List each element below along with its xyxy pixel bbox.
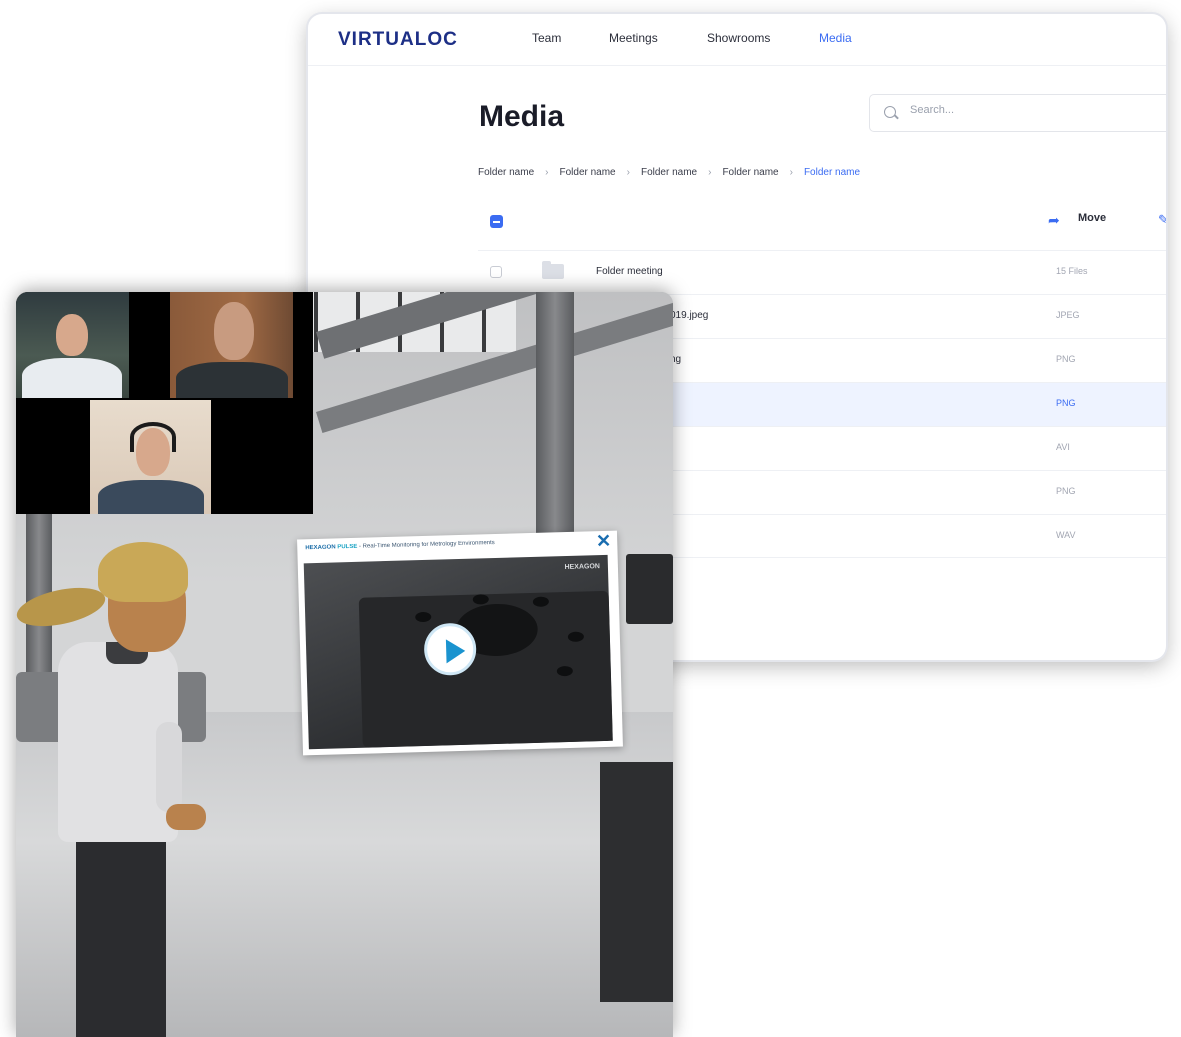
headset-icon [130, 422, 176, 452]
file-name: 019.jpeg [670, 310, 709, 321]
move-arrow-icon: ➦ [1048, 212, 1060, 228]
video-call-grid [16, 292, 313, 514]
nav-item-showrooms[interactable]: Showrooms [707, 31, 770, 45]
folder-icon [542, 261, 564, 279]
select-all-checkbox[interactable] [490, 215, 503, 228]
edit-icon[interactable]: ✎ [1158, 212, 1166, 228]
file-meta: PNG [1056, 486, 1076, 496]
app-logo[interactable]: VIRTUALOC [338, 29, 458, 51]
search-box[interactable] [869, 94, 1166, 132]
nav-item-team[interactable]: Team [532, 31, 561, 45]
top-navigation: VIRTUALOC Team Meetings Showrooms Media [308, 14, 1166, 66]
nav-item-media[interactable]: Media [819, 31, 852, 45]
nav-item-meetings[interactable]: Meetings [609, 31, 658, 45]
machine [600, 762, 673, 1002]
chevron-right-icon: › [708, 167, 712, 178]
avatar-arm [156, 722, 182, 812]
breadcrumb-item[interactable]: Folder name [641, 167, 697, 178]
participant-body [176, 362, 288, 398]
avatar-hair [98, 542, 188, 602]
breadcrumb-current[interactable]: Folder name [804, 167, 860, 178]
participant-tile[interactable] [90, 400, 211, 514]
chevron-right-icon: › [789, 167, 793, 178]
chevron-right-icon: › [545, 167, 549, 178]
participant-face [56, 314, 88, 356]
video-watermark: HEXAGON [564, 563, 601, 572]
video-panel[interactable]: HEXAGON PULSE - Real-Time Monitoring for… [297, 530, 623, 756]
close-icon[interactable]: ✕ [596, 531, 612, 552]
video-brand: HEXAGON [305, 544, 336, 552]
move-button[interactable]: Move [1078, 212, 1106, 224]
avatar[interactable] [16, 542, 246, 1037]
chevron-right-icon: › [626, 167, 630, 178]
video-screen[interactable]: HEXAGON [303, 554, 613, 750]
file-meta: AVI [1056, 442, 1070, 452]
file-meta: WAV [1056, 530, 1076, 540]
breadcrumb-item[interactable]: Folder name [722, 167, 778, 178]
search-icon [884, 106, 896, 118]
row-checkbox[interactable] [490, 266, 502, 278]
avatar-ponytail [16, 581, 109, 633]
page-title: Media [479, 100, 565, 133]
search-input[interactable] [910, 104, 1110, 116]
participant-body [22, 358, 122, 398]
table-row[interactable]: Folder meeting 15 Files [478, 250, 1166, 294]
window-mullion [314, 292, 318, 352]
file-meta: PNG [1056, 398, 1076, 408]
file-meta: PNG [1056, 354, 1076, 364]
video-product: PULSE [337, 543, 358, 551]
file-meta: 15 Files [1056, 266, 1088, 276]
breadcrumb-item[interactable]: Folder name [559, 167, 615, 178]
breadcrumb: Folder name › Folder name › Folder name › Fold… [478, 167, 860, 178]
breadcrumb-item[interactable]: Folder name [478, 167, 534, 178]
participant-tile[interactable] [16, 292, 129, 398]
participant-tile[interactable] [170, 292, 293, 398]
participant-body [98, 480, 204, 514]
avatar-legs [76, 838, 166, 1037]
file-name: Folder meeting [596, 266, 663, 277]
speaker [626, 554, 673, 624]
video-title: - Real-Time Monitoring for Metrology Env… [358, 539, 495, 550]
file-toolbar: ➦ Move ✎ [478, 210, 1166, 240]
avatar-hand [166, 804, 206, 830]
participant-face [214, 302, 254, 360]
file-meta: JPEG [1056, 310, 1080, 320]
virtual-showroom-scene[interactable]: HEXAGON PULSE - Real-Time Monitoring for… [16, 292, 673, 1037]
